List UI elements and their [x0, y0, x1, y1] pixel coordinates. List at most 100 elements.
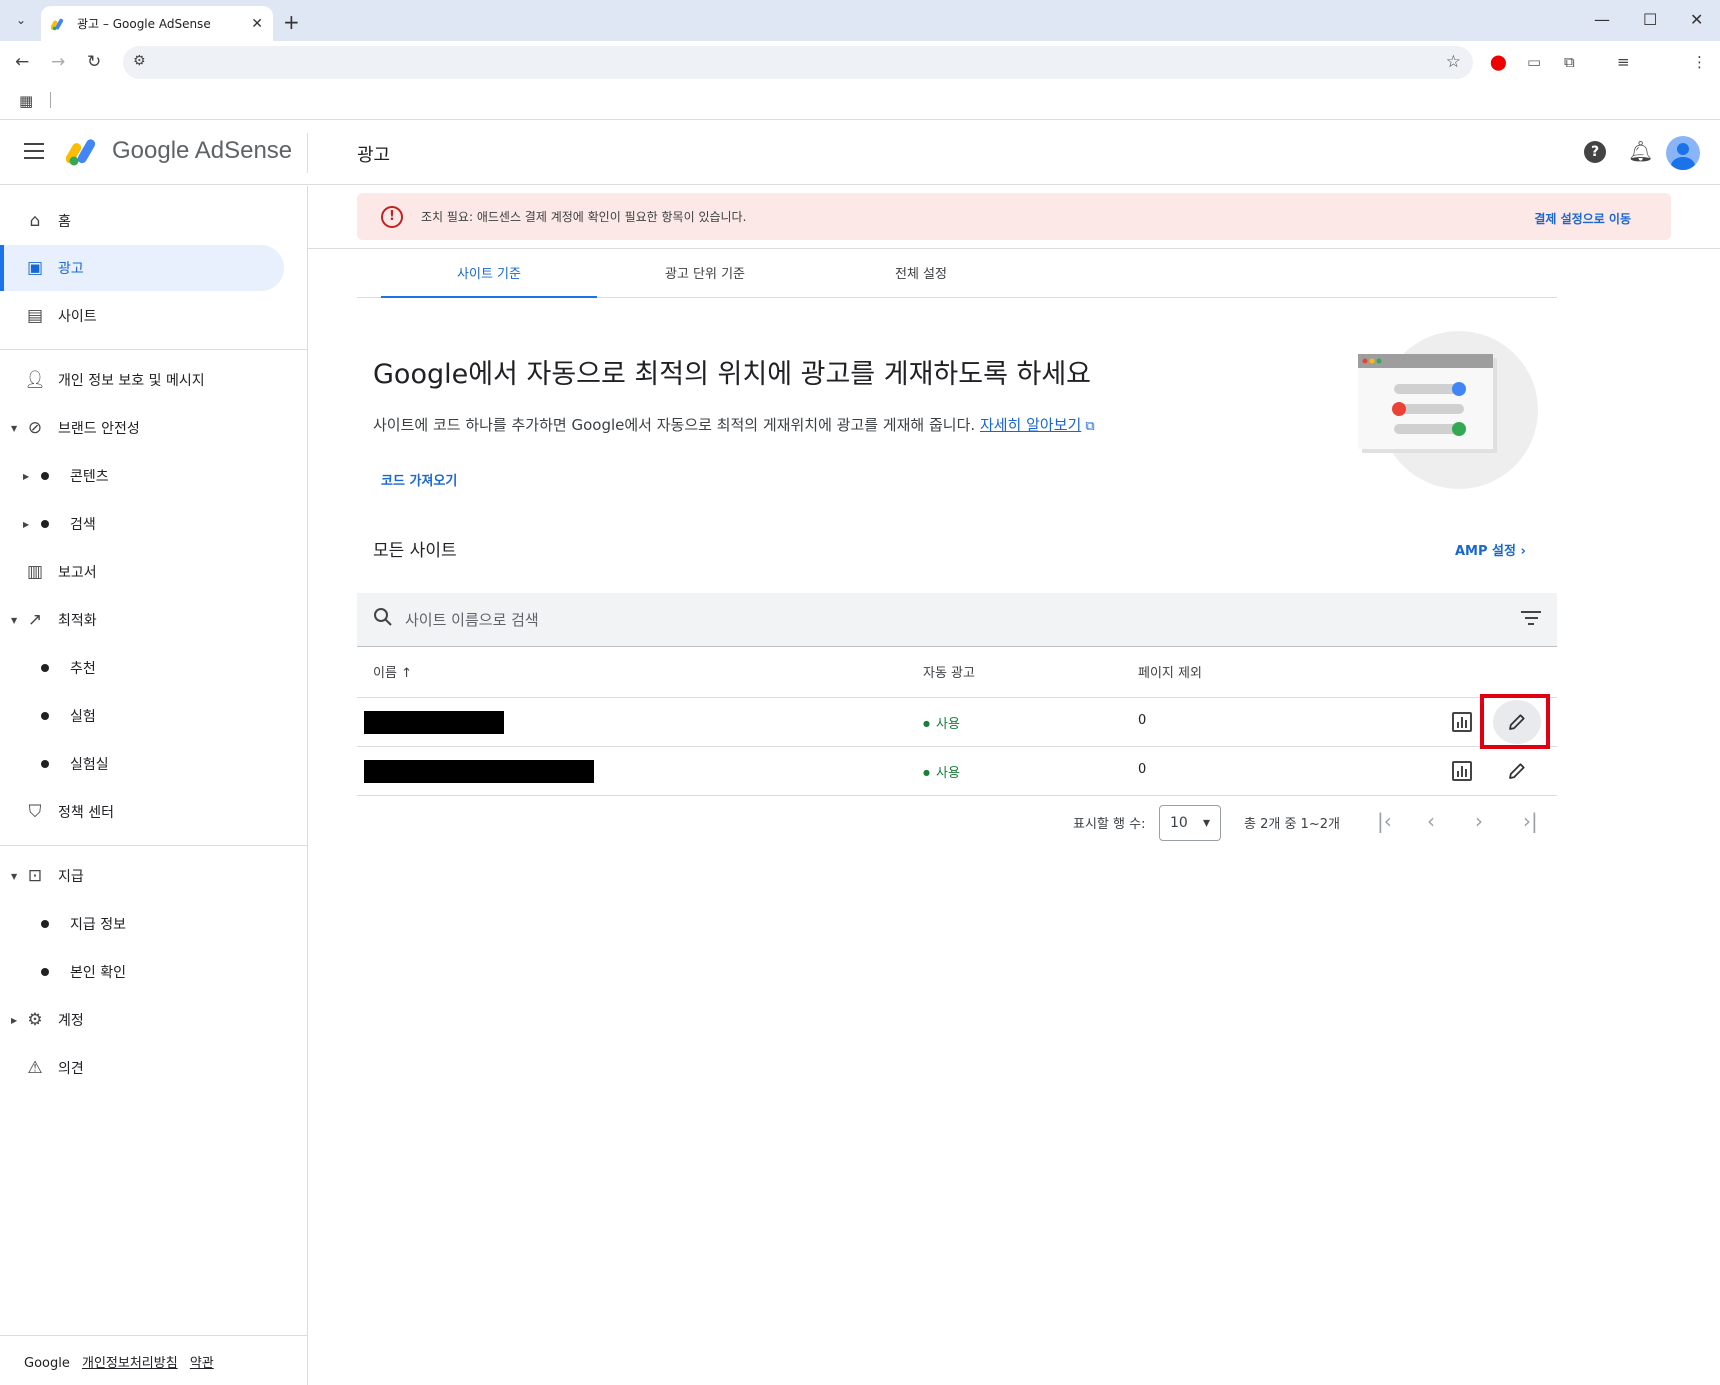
- next-page-icon[interactable]: ›: [1475, 809, 1483, 833]
- sidebar-item-brand-safety[interactable]: ▼ ⊘ 브랜드 안전성: [0, 405, 284, 451]
- feedback-icon: ⚠: [27, 1058, 43, 1078]
- sidebar-item-identity[interactable]: 본인 확인: [0, 949, 284, 995]
- media-control-icon[interactable]: ≡: [1617, 53, 1630, 71]
- sidebar-item-label: 실험실: [70, 757, 109, 773]
- tab-global-settings[interactable]: 전체 설정: [813, 258, 1029, 298]
- pagination-range: 총 2개 중 1~2개: [1244, 817, 1340, 832]
- browser-menu-icon[interactable]: ⋮: [1692, 53, 1707, 71]
- sidebar-divider: [0, 845, 308, 846]
- sidebar-item-payments[interactable]: ▼ ⊡ 지급: [0, 853, 284, 899]
- sidebar-item-label: 지급 정보: [70, 917, 126, 933]
- notifications-bell-icon[interactable]: 🔔︎: [1628, 139, 1653, 163]
- site-search-input[interactable]: [405, 593, 1445, 647]
- back-icon[interactable]: ←: [15, 52, 29, 72]
- sidebar-item-feedback[interactable]: ⚠ 의견: [0, 1045, 284, 1091]
- app-logo-text[interactable]: Google AdSense: [112, 137, 292, 165]
- table-header: 이름 ↑ 자동 광고 페이지 제외: [357, 650, 1557, 698]
- sidebar-item-policy-center[interactable]: ⛉ 정책 센터: [0, 789, 284, 835]
- sidebar-divider: [0, 349, 308, 350]
- filter-icon[interactable]: [1521, 611, 1541, 627]
- maximize-icon[interactable]: ☐: [1643, 10, 1657, 29]
- browser-chrome: ⌄ 광고 – Google AdSense ✕ + — ☐ ✕ ← → ↻ ⚙ …: [0, 0, 1720, 120]
- pencil-icon: [1509, 714, 1525, 730]
- tab-title: 광고 – Google AdSense: [77, 17, 211, 31]
- tab-search-button[interactable]: ⌄: [10, 9, 32, 31]
- sidebar-item-optimization[interactable]: ▼ ↗ 최적화: [0, 597, 284, 643]
- column-header-auto-ads: 자동 광고: [923, 666, 975, 681]
- forward-icon[interactable]: →: [51, 52, 65, 72]
- address-bar[interactable]: ⚙ ☆: [123, 46, 1473, 79]
- sidebar-item-label: 검색: [70, 517, 96, 533]
- bullet-icon: [41, 920, 49, 928]
- rows-per-page-select[interactable]: 10: [1159, 805, 1221, 841]
- sites-table: 이름 ↑ 자동 광고 페이지 제외 사용 0 사용 0: [357, 650, 1557, 796]
- sidebar-item-ads[interactable]: ▣ 광고: [0, 245, 284, 291]
- site-info-icon[interactable]: ⚙: [133, 53, 146, 69]
- reload-icon[interactable]: ↻: [87, 52, 101, 72]
- ads-icon: ▣: [26, 258, 44, 278]
- privacy-policy-link[interactable]: 개인정보처리방침: [82, 1356, 178, 1371]
- help-icon[interactable]: ?: [1584, 141, 1606, 163]
- sidebar-item-label: 지급: [58, 869, 84, 885]
- table-row: 사용 0: [357, 694, 1557, 749]
- alert-text: 조치 필요: 애드센스 결제 계정에 확인이 필요한 항목이 있습니다.: [421, 210, 747, 224]
- account-avatar[interactable]: [1666, 136, 1700, 170]
- extensions-puzzle-icon[interactable]: ⧉: [1564, 53, 1575, 71]
- sidebar-item-experiments[interactable]: 실험: [0, 693, 284, 739]
- report-chart-icon[interactable]: [1451, 760, 1473, 782]
- sites-icon: ▤: [26, 306, 44, 326]
- minimize-icon[interactable]: —: [1594, 10, 1610, 29]
- get-code-button[interactable]: 코드 가져오기: [381, 470, 457, 489]
- sidebar-item-label: 광고: [58, 261, 84, 277]
- browser-toolbar: ← → ↻ ⚙ ☆ ⬤ ▭ ⧉ ≡ ⋮: [0, 41, 1720, 83]
- extension-red-icon[interactable]: ⬤: [1490, 53, 1507, 71]
- site-search-bar: [357, 593, 1557, 647]
- column-header-excluded: 페이지 제외: [1138, 666, 1202, 681]
- sidebar-item-label: 본인 확인: [70, 965, 126, 981]
- sidebar-item-content[interactable]: ▶ 콘텐츠: [0, 453, 284, 499]
- app-header: Google AdSense 광고 ? 🔔︎: [0, 121, 1720, 185]
- edit-site-button[interactable]: [1480, 694, 1550, 749]
- amp-settings-link[interactable]: AMP 설정 ›: [1455, 540, 1526, 559]
- new-tab-button[interactable]: +: [283, 10, 300, 34]
- excluded-pages-count: 0: [1138, 713, 1147, 728]
- auto-ads-status: 사용: [923, 713, 960, 732]
- sidebar-item-payment-info[interactable]: 지급 정보: [0, 901, 284, 947]
- sidebar-item-home[interactable]: ⌂ 홈: [0, 198, 284, 244]
- tab-by-site[interactable]: 사이트 기준: [381, 258, 597, 298]
- rows-per-page-label: 표시할 행 수:: [1073, 817, 1146, 832]
- sidebar-footer: Google 개인정보처리방침 약관: [24, 1352, 214, 1371]
- adsense-favicon-icon: [51, 18, 64, 30]
- sidebar-item-account[interactable]: ▶ ⚙ 계정: [0, 997, 284, 1043]
- edit-site-button[interactable]: [1493, 749, 1541, 793]
- sidebar-item-recommendations[interactable]: 추천: [0, 645, 284, 691]
- sidebar-item-sites[interactable]: ▤ 사이트: [0, 293, 284, 339]
- main-menu-icon[interactable]: [24, 143, 44, 159]
- chevron-right-icon: ›: [1520, 544, 1526, 559]
- sidebar-item-reports[interactable]: ▥ 보고서: [0, 549, 284, 595]
- pencil-icon: [1509, 763, 1525, 779]
- go-to-payment-settings-button[interactable]: 결제 설정으로 이동: [1534, 210, 1631, 227]
- previous-page-icon[interactable]: ‹: [1427, 809, 1435, 833]
- sidebar-item-labs[interactable]: 실험실: [0, 741, 284, 787]
- first-page-icon[interactable]: |‹: [1377, 809, 1392, 833]
- bullet-icon: [41, 712, 49, 720]
- learn-more-link[interactable]: 자세히 알아보기: [980, 416, 1081, 434]
- browser-tab[interactable]: 광고 – Google AdSense ✕: [41, 6, 273, 41]
- column-header-name[interactable]: 이름 ↑: [373, 662, 412, 681]
- close-window-icon[interactable]: ✕: [1690, 10, 1703, 29]
- report-chart-icon[interactable]: [1451, 711, 1473, 733]
- sidebar-item-privacy[interactable]: 👤︎ 개인 정보 보호 및 메시지: [0, 357, 284, 403]
- sidebar-item-search[interactable]: ▶ 검색: [0, 501, 284, 547]
- sidebar-footer-divider: [0, 1335, 308, 1336]
- apps-grid-icon[interactable]: ▦: [19, 92, 33, 110]
- table-pagination: 표시할 행 수: 10 총 2개 중 1~2개 |‹ ‹ › ›|: [357, 805, 1557, 845]
- last-page-icon[interactable]: ›|: [1523, 809, 1538, 833]
- tab-close-icon[interactable]: ✕: [251, 16, 263, 32]
- bookmark-separator: [50, 92, 51, 108]
- amp-settings-label: AMP 설정: [1455, 544, 1516, 559]
- bookmark-star-icon[interactable]: ☆: [1446, 52, 1461, 72]
- tab-by-ad-unit[interactable]: 광고 단위 기준: [597, 258, 813, 298]
- extension-cast-icon[interactable]: ▭: [1527, 53, 1541, 71]
- terms-link[interactable]: 약관: [190, 1356, 214, 1371]
